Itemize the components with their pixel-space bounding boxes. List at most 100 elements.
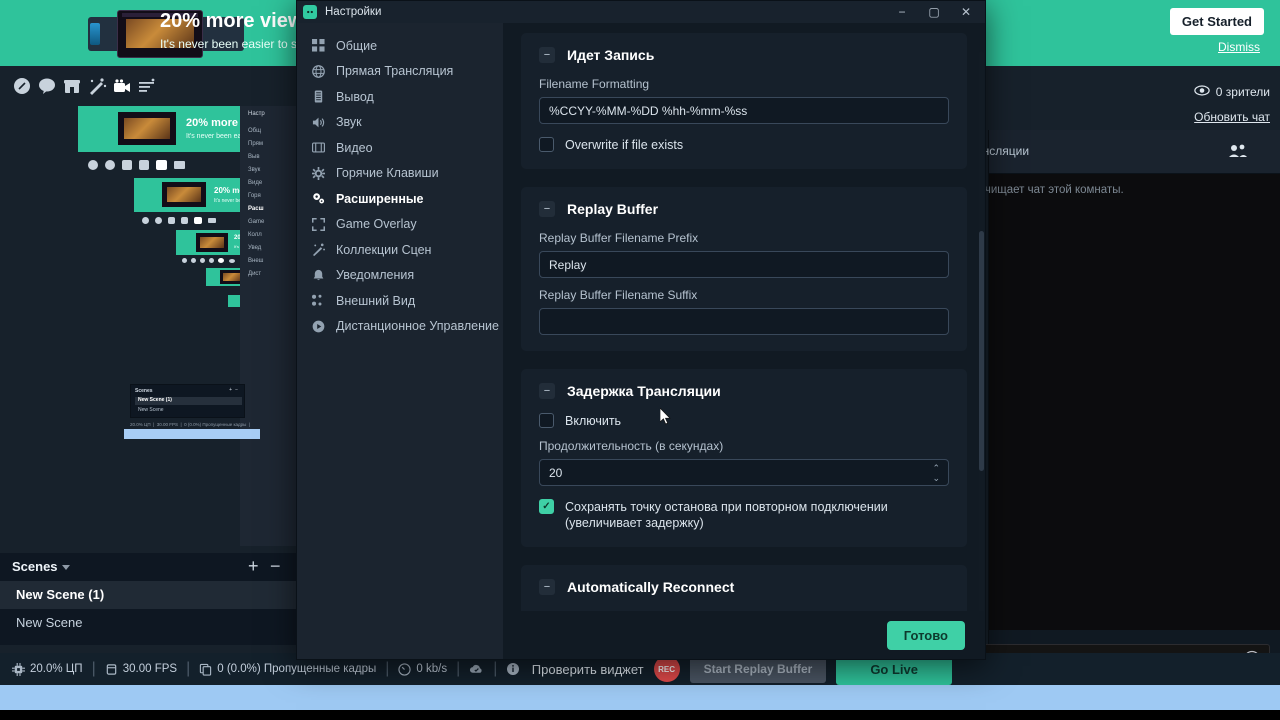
- globe-icon: [311, 64, 325, 78]
- themes-wand-icon[interactable]: [87, 76, 107, 96]
- check-widget-label[interactable]: Проверить виджет: [532, 662, 644, 677]
- collapse-icon[interactable]: −: [539, 47, 555, 63]
- remove-scene-button[interactable]: −: [270, 557, 281, 575]
- nav-item-appearance[interactable]: Внешний Вид: [297, 288, 503, 314]
- layout-icon: [311, 294, 325, 308]
- preview-level-1: 20% more viewers It's never been easier …: [78, 106, 300, 546]
- replay-prefix-input[interactable]: [539, 251, 949, 278]
- section-title: Replay Buffer: [567, 201, 659, 217]
- chat-panel: т трансляции ambuk очищает чат этой комн…: [941, 130, 1280, 720]
- scrollbar-thumb[interactable]: [979, 231, 984, 471]
- delay-duration-label: Продолжительность (в секундах): [539, 439, 724, 453]
- stepper-icon[interactable]: ⌃ ⌄: [932, 464, 940, 483]
- blue-strip: [0, 685, 1280, 710]
- delay-enable-row: Включить: [539, 413, 949, 429]
- status-separator-5: |: [493, 660, 498, 677]
- replay-suffix-label: Replay Buffer Filename Suffix: [539, 288, 698, 302]
- cpu-status: 20.0% ЦП: [12, 662, 83, 676]
- recursive-preview: 20% more viewers It's never been easier …: [0, 106, 300, 546]
- gears-icon: [311, 192, 325, 206]
- delay-duration-input[interactable]: [539, 459, 949, 486]
- nav-label: Общие: [336, 38, 378, 53]
- viewer-count: 0 зрители: [1194, 85, 1270, 99]
- nav-item-advanced[interactable]: Расширенные: [297, 186, 503, 212]
- close-button[interactable]: ✕: [951, 1, 981, 23]
- scene-item-0[interactable]: New Scene (1): [0, 581, 300, 609]
- nav-item-notifications[interactable]: Уведомления: [297, 263, 503, 289]
- collapse-icon[interactable]: −: [539, 201, 555, 217]
- mini-scenes-dock-2: Scenes New Scene (1) New Scene + −: [130, 384, 245, 418]
- status-separator-1: |: [91, 660, 96, 677]
- chevron-down-icon[interactable]: [62, 565, 70, 570]
- info-icon[interactable]: [506, 662, 521, 677]
- nav-label: Вывод: [336, 89, 374, 104]
- black-strip: [0, 710, 1280, 720]
- nav-label: Звук: [336, 115, 362, 130]
- nav-label: Внешний Вид: [336, 293, 416, 308]
- nav-item-video[interactable]: Видео: [297, 135, 503, 161]
- chat-header: т трансляции: [955, 130, 1280, 174]
- overwrite-label: Overwrite if file exists: [565, 138, 684, 152]
- nav-item-scene-collections[interactable]: Коллекции Сцен: [297, 237, 503, 263]
- delay-preserve-row: ✓ Сохранять точку останова при повторном…: [539, 499, 949, 531]
- done-button[interactable]: Готово: [886, 621, 965, 650]
- add-scene-button[interactable]: +: [248, 557, 259, 575]
- nav-label: Уведомления: [336, 268, 415, 283]
- cloud-status-icon[interactable]: [469, 662, 484, 677]
- dropped-frames-value: 0 (0.0%) Пропущенные кадры: [217, 663, 377, 675]
- nav-item-remote-control[interactable]: Дистанционное Управление: [297, 314, 503, 340]
- section-title: Идет Запись: [567, 47, 655, 63]
- viewer-count-label: 0 зрители: [1215, 85, 1270, 99]
- delay-enable-label: Включить: [565, 414, 622, 428]
- refresh-chat-link[interactable]: Обновить чат: [1194, 110, 1270, 124]
- section-title: Задержка Трансляции: [567, 383, 721, 399]
- nav-label: Game Overlay: [336, 217, 417, 232]
- scenes-dock-header: Scenes + − ⋮: [0, 553, 308, 581]
- promo-subtitle: It's never been easier to s: [160, 37, 298, 51]
- section-stream-delay: − Задержка Трансляции Включить Продолжит…: [521, 369, 967, 547]
- nav-item-stream[interactable]: Прямая Трансляция: [297, 59, 503, 85]
- settings-scrollbar[interactable]: [979, 51, 984, 651]
- collapse-icon[interactable]: −: [539, 579, 555, 595]
- store-icon[interactable]: [62, 76, 82, 96]
- delay-enable-checkbox[interactable]: [539, 413, 554, 428]
- play-circle-icon: [311, 319, 325, 333]
- status-separator-4: |: [456, 660, 461, 677]
- nav-item-audio[interactable]: Звук: [297, 110, 503, 136]
- video-camera-icon[interactable]: [112, 76, 132, 96]
- filename-formatting-input[interactable]: [539, 97, 949, 124]
- expand-icon: [311, 217, 325, 231]
- overwrite-row: Overwrite if file exists: [539, 137, 949, 153]
- get-started-button[interactable]: Get Started: [1169, 8, 1264, 35]
- replay-suffix-input[interactable]: [539, 308, 949, 335]
- minimize-button[interactable]: −: [887, 1, 917, 23]
- section-title: Automatically Reconnect: [567, 579, 735, 595]
- delay-duration-field: ⌃⌄: [539, 459, 949, 486]
- dialog-titlebar[interactable]: Настройки − ▢ ✕: [297, 1, 985, 23]
- nav-item-general[interactable]: Общие: [297, 33, 503, 59]
- maximize-button[interactable]: ▢: [919, 1, 949, 23]
- dismiss-link[interactable]: Dismiss: [1218, 40, 1260, 54]
- overwrite-checkbox[interactable]: [539, 137, 554, 152]
- menu-list-icon[interactable]: [137, 76, 157, 96]
- delay-preserve-checkbox[interactable]: ✓: [539, 499, 554, 514]
- dialog-body: Общие Прямая Трансляция Вывод Звук Видео: [297, 23, 985, 659]
- nav-item-output[interactable]: Вывод: [297, 84, 503, 110]
- dashboard-icon[interactable]: [12, 76, 32, 96]
- wand-icon: [311, 243, 325, 257]
- users-icon[interactable]: [1228, 144, 1248, 163]
- scene-item-1[interactable]: New Scene: [0, 609, 300, 637]
- nav-label: Прямая Трансляция: [336, 64, 454, 79]
- grid-icon: [311, 39, 325, 53]
- nav-item-game-overlay[interactable]: Game Overlay: [297, 212, 503, 238]
- settings-content: − Идет Запись Filename Formatting Overwr…: [503, 23, 985, 659]
- window-controls: − ▢ ✕: [887, 1, 981, 23]
- section-auto-reconnect-header: − Automatically Reconnect: [539, 579, 949, 595]
- chat-bubble-icon[interactable]: [37, 76, 57, 96]
- nav-item-hotkeys[interactable]: Горячие Клавиши: [297, 161, 503, 187]
- dialog-footer: Готово: [503, 611, 985, 659]
- collapse-icon[interactable]: −: [539, 383, 555, 399]
- cpu-value: 20.0% ЦП: [30, 663, 83, 675]
- settings-scroll-area: − Идет Запись Filename Formatting Overwr…: [503, 23, 985, 643]
- cpu-icon: [12, 662, 25, 676]
